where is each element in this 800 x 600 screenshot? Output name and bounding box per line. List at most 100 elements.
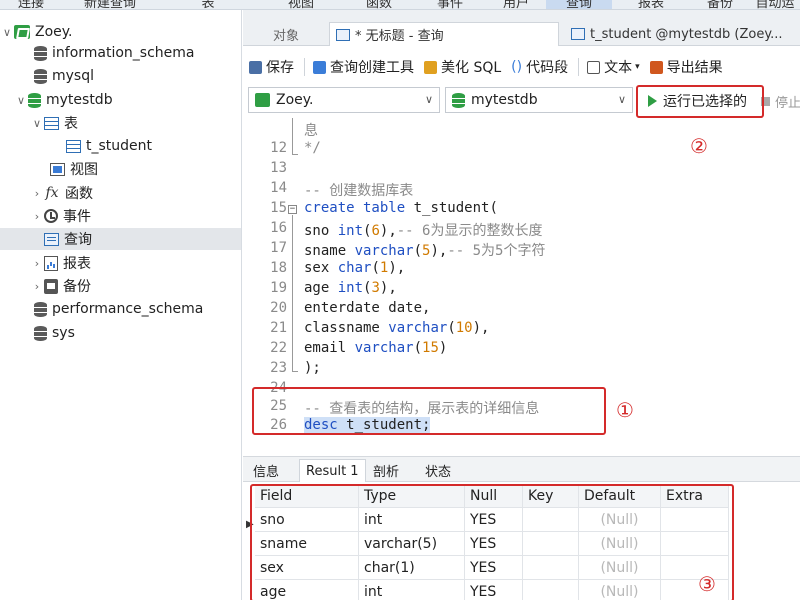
- table-icon: [44, 116, 59, 130]
- tree-table-t-student[interactable]: t_student: [66, 135, 152, 157]
- menu-query[interactable]: 查询: [546, 0, 612, 11]
- tab-profile[interactable]: 剖析: [373, 459, 399, 482]
- table-cell[interactable]: YES: [465, 580, 523, 600]
- menu-view[interactable]: 视图: [258, 0, 344, 11]
- tree-label: performance_schema: [52, 301, 204, 317]
- table-cell[interactable]: YES: [465, 532, 523, 556]
- tab-result-1[interactable]: Result 1: [299, 459, 366, 482]
- save-button[interactable]: 保存: [249, 57, 294, 77]
- table-cell-null[interactable]: (Null): [579, 508, 661, 532]
- table-cell[interactable]: age: [255, 580, 359, 600]
- table-cell[interactable]: [523, 532, 579, 556]
- expand-arrow-icon[interactable]: ∨: [14, 94, 28, 107]
- menu-user[interactable]: 用户: [486, 0, 546, 11]
- menu-report[interactable]: 报表: [612, 0, 690, 11]
- table-cell[interactable]: YES: [465, 556, 523, 580]
- column-header-field[interactable]: Field: [255, 484, 359, 508]
- expand-arrow-icon[interactable]: ›: [30, 187, 44, 200]
- table-cell[interactable]: int: [359, 508, 465, 532]
- table-cell[interactable]: YES: [465, 508, 523, 532]
- marker-2: ②: [690, 134, 708, 158]
- menu-new-query[interactable]: 新建查询: [62, 0, 158, 11]
- menu-table[interactable]: 表: [158, 0, 258, 11]
- expand-arrow-icon[interactable]: ∨: [30, 117, 44, 130]
- table-cell[interactable]: [523, 580, 579, 600]
- expand-arrow-icon[interactable]: ∨: [0, 26, 14, 39]
- tree-folder-functions[interactable]: › fx 函数: [30, 182, 93, 204]
- table-cell[interactable]: [661, 556, 729, 580]
- expand-arrow-icon[interactable]: ›: [30, 280, 44, 293]
- tree-db-sys[interactable]: sys: [20, 322, 75, 344]
- fold-toggle-icon[interactable]: −: [288, 205, 297, 214]
- table-cell-null[interactable]: (Null): [579, 556, 661, 580]
- table-cell[interactable]: sno: [255, 508, 359, 532]
- tree-folder-queries[interactable]: 查询: [0, 228, 241, 250]
- menu-automation[interactable]: 自动运: [750, 0, 800, 11]
- sql-editor[interactable]: 息 12 */ 13 14 -- 创建数据库表 15 − create tabl…: [243, 118, 800, 456]
- query-tab-icon: [336, 28, 350, 41]
- tab-untitled-query[interactable]: * 无标题 - 查询: [329, 22, 559, 46]
- tree-folder-backups[interactable]: › 备份: [30, 275, 91, 297]
- tab-info[interactable]: 信息: [253, 459, 279, 482]
- connection-select[interactable]: Zoey. ∨: [248, 87, 440, 113]
- menu-function[interactable]: 函数: [344, 0, 414, 11]
- menu-backup[interactable]: 备份: [690, 0, 750, 11]
- table-cell[interactable]: int: [359, 580, 465, 600]
- tree-db-performance-schema[interactable]: performance_schema: [20, 298, 203, 320]
- line-number: 24: [270, 380, 287, 396]
- tab-t-student-design[interactable]: t_student @mytestdb (Zoey...: [565, 22, 800, 46]
- line-number: 12: [270, 140, 287, 156]
- column-header-key[interactable]: Key: [523, 484, 579, 508]
- tab-status[interactable]: 状态: [425, 459, 451, 482]
- tree-db-mytestdb[interactable]: ∨ mytestdb: [14, 89, 113, 111]
- query-builder-button[interactable]: 查询创建工具: [313, 57, 414, 77]
- result-grid: Field Type Null Key Default Extra sno in…: [243, 484, 800, 600]
- export-results-button[interactable]: 导出结果: [649, 57, 723, 77]
- table-cell[interactable]: char(1): [359, 556, 465, 580]
- column-header-type[interactable]: Type: [359, 484, 465, 508]
- tree-folder-reports[interactable]: › 报表: [30, 252, 91, 274]
- table-cell[interactable]: varchar(5): [359, 532, 465, 556]
- line-number: 20: [270, 300, 287, 316]
- beautify-sql-button[interactable]: 美化 SQL: [424, 57, 501, 77]
- tree-connection-zoey[interactable]: ∨ Zoey.: [0, 21, 73, 43]
- code-snippet-button[interactable]: () 代码段: [511, 57, 568, 77]
- table-cell-null[interactable]: (Null): [579, 580, 661, 600]
- line-number: 23: [270, 360, 287, 376]
- marker-1: ①: [616, 398, 634, 422]
- tree-db-information-schema[interactable]: information_schema: [20, 42, 195, 64]
- tree-db-mysql[interactable]: mysql: [20, 65, 94, 87]
- code-line: sno int(6),-- 6为显示的整数长度: [304, 223, 543, 239]
- tree-folder-tables[interactable]: ∨ 表: [30, 112, 78, 134]
- table-cell[interactable]: [661, 508, 729, 532]
- column-header-extra[interactable]: Extra: [661, 484, 729, 508]
- text-mode-button[interactable]: 文本 ▾: [587, 57, 640, 77]
- database-icon: [34, 301, 47, 317]
- table-cell[interactable]: [661, 580, 729, 600]
- table-cell[interactable]: [661, 532, 729, 556]
- line-number: 13: [270, 160, 287, 176]
- tree-folder-events[interactable]: › 事件: [30, 205, 91, 227]
- table-cell[interactable]: sex: [255, 556, 359, 580]
- menu-event[interactable]: 事件: [414, 0, 486, 11]
- tree-folder-views[interactable]: 视图: [36, 158, 98, 180]
- query-builder-icon: [313, 60, 326, 74]
- expand-arrow-icon[interactable]: ›: [30, 210, 44, 223]
- tree-label: 查询: [64, 232, 92, 248]
- tab-objects[interactable]: 对象: [243, 22, 329, 46]
- column-header-default[interactable]: Default: [579, 484, 661, 508]
- table-cell[interactable]: [523, 556, 579, 580]
- menu-connect[interactable]: 连接: [0, 0, 62, 11]
- table-cell[interactable]: sname: [255, 532, 359, 556]
- snippet-label: 代码段: [526, 60, 569, 76]
- run-selected-label: 运行已选择的: [663, 94, 747, 110]
- database-value: mytestdb: [471, 92, 538, 108]
- database-select[interactable]: mytestdb ∨: [445, 87, 633, 113]
- export-icon: [649, 60, 663, 74]
- stop-button[interactable]: 停止: [761, 92, 800, 111]
- table-cell-null[interactable]: (Null): [579, 532, 661, 556]
- table-cell[interactable]: [523, 508, 579, 532]
- run-selected-button[interactable]: 运行已选择的: [638, 87, 758, 115]
- expand-arrow-icon[interactable]: ›: [30, 257, 44, 270]
- column-header-null[interactable]: Null: [465, 484, 523, 508]
